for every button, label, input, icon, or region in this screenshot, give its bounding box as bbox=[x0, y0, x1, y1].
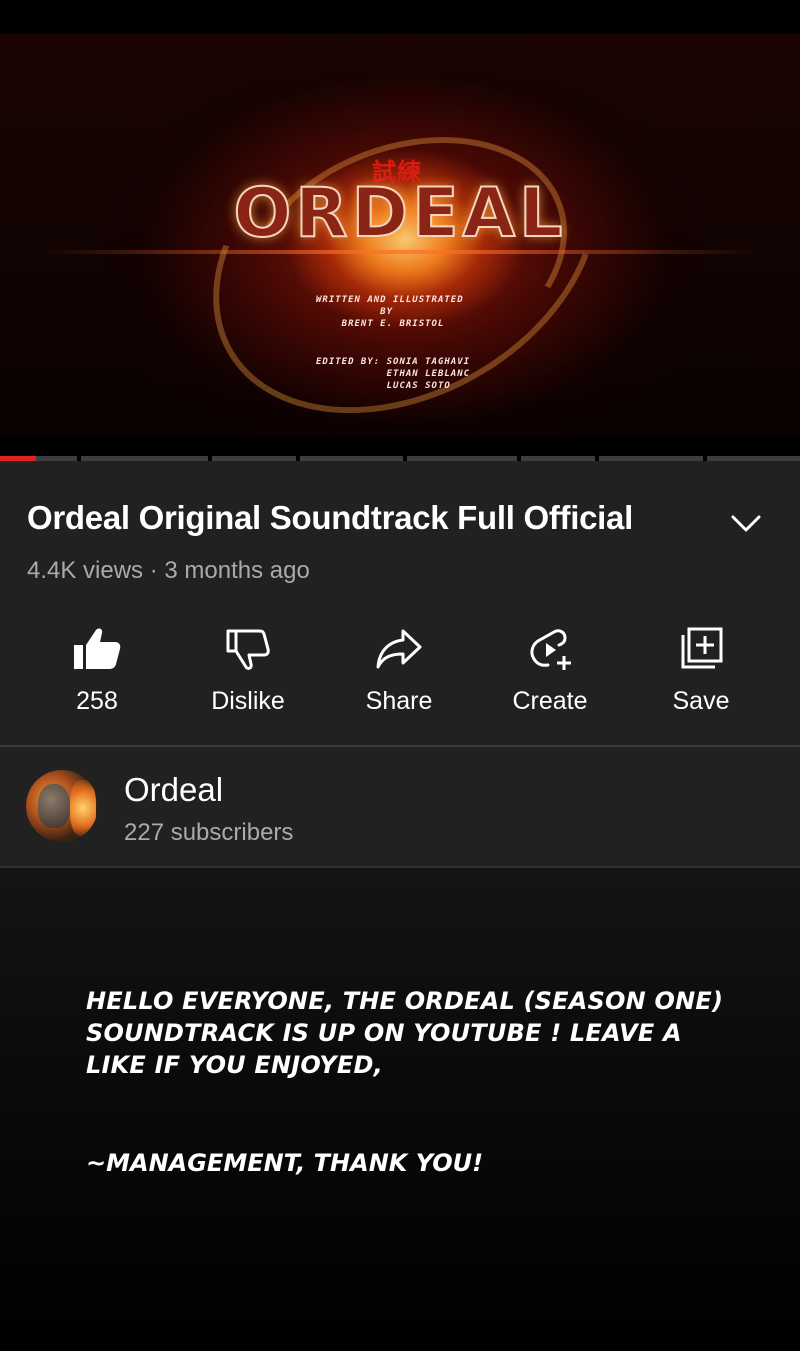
save-playlist-icon bbox=[681, 627, 723, 669]
video-player[interactable]: 試練 ORDEAL WRITTEN AND ILLUSTRATED BY BRE… bbox=[0, 0, 800, 461]
video-title[interactable]: Ordeal Original Soundtrack Full Official bbox=[27, 499, 633, 537]
video-info-panel: Ordeal Original Soundtrack Full Official… bbox=[0, 461, 800, 745]
share-button[interactable]: Share bbox=[324, 623, 474, 723]
share-arrow-icon bbox=[376, 629, 422, 669]
channel-name[interactable]: Ordeal bbox=[124, 771, 223, 809]
create-label: Create bbox=[512, 687, 588, 715]
thumbs-down-icon bbox=[226, 629, 270, 670]
thumbnail-logo: ORDEAL bbox=[232, 173, 567, 254]
caption-message: Hello everyone, the Ordeal (season one) … bbox=[86, 987, 724, 1079]
save-button[interactable]: Save bbox=[626, 623, 776, 723]
dislike-label: Dislike bbox=[211, 687, 285, 715]
thumbnail-credits-edited: EDITED BY: SONIA TAGHAVI ETHAN LEBLANC L… bbox=[316, 357, 471, 391]
subscriber-count: 227 subscribers bbox=[124, 819, 294, 846]
create-button[interactable]: Create bbox=[475, 623, 625, 723]
dislike-button[interactable]: Dislike bbox=[173, 623, 323, 723]
action-bar: 258 Dislike Share Create Save bbox=[0, 623, 800, 723]
caption-panel: Hello everyone, the Ordeal (season one) … bbox=[0, 868, 800, 1351]
share-label: Share bbox=[365, 687, 433, 715]
avatar[interactable] bbox=[26, 770, 98, 842]
like-count: 258 bbox=[76, 687, 118, 715]
caption-signoff: ~Management, thank you! bbox=[86, 1149, 484, 1177]
thumbnail-credits-written: WRITTEN AND ILLUSTRATED BY BRENT E. BRIS… bbox=[316, 295, 464, 329]
video-meta: 4.4K views · 3 months ago bbox=[27, 557, 310, 584]
chevron-down-icon[interactable] bbox=[728, 509, 764, 537]
save-label: Save bbox=[672, 687, 730, 715]
thumbs-up-filled-icon bbox=[74, 628, 121, 669]
channel-row[interactable]: Ordeal 227 subscribers bbox=[0, 747, 800, 867]
create-clip-icon bbox=[530, 629, 571, 670]
video-thumbnail[interactable]: 試練 ORDEAL WRITTEN AND ILLUSTRATED BY BRE… bbox=[0, 34, 800, 436]
like-button[interactable]: 258 bbox=[22, 623, 172, 723]
